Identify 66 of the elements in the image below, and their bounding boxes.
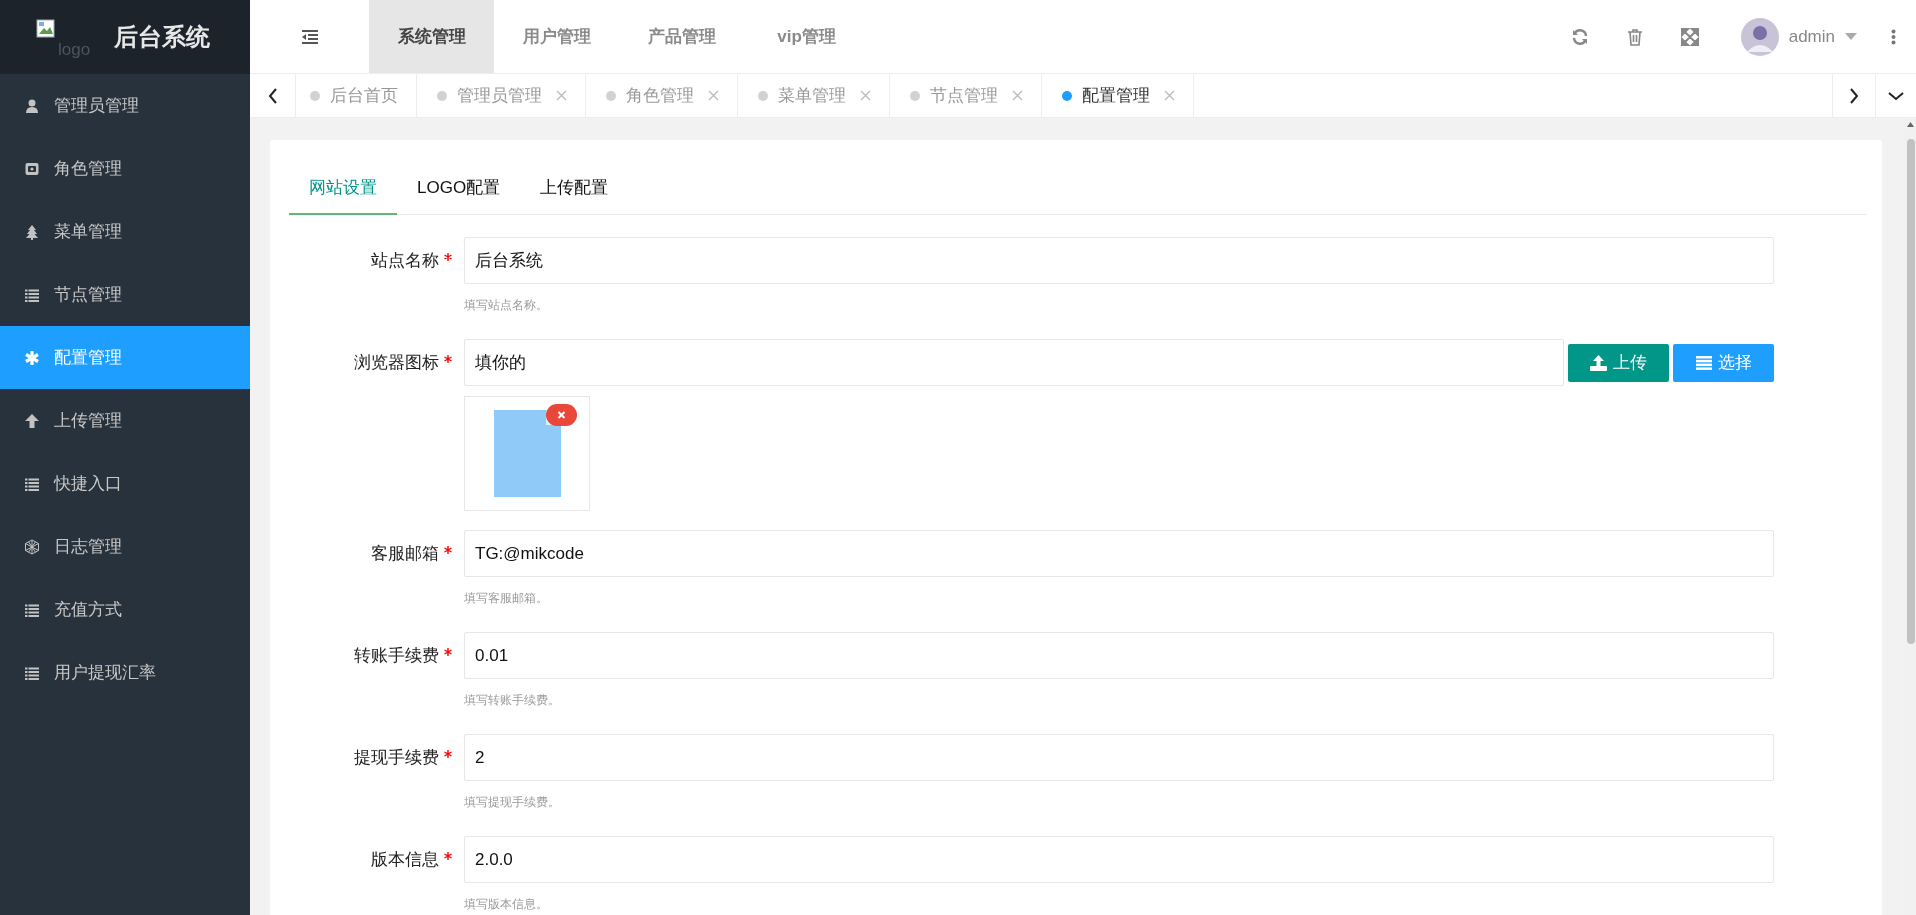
scroll-up-icon[interactable] bbox=[1907, 122, 1914, 127]
chevron-down-icon bbox=[1888, 90, 1904, 101]
field-hint: 填写版本信息。 bbox=[464, 897, 548, 911]
field-label: 版本信息 bbox=[371, 848, 439, 871]
sidebar-item[interactable]: 菜单管理 bbox=[0, 200, 250, 263]
broken-image-icon bbox=[36, 19, 56, 39]
sidebar-item[interactable]: 充值方式 bbox=[0, 578, 250, 641]
settings-tab[interactable]: LOGO配置 bbox=[397, 162, 521, 215]
list-icon bbox=[1695, 355, 1712, 370]
input-field[interactable]: TG:@mikcode bbox=[464, 530, 1774, 577]
status-dot-icon bbox=[1062, 90, 1072, 101]
close-icon[interactable] bbox=[1164, 90, 1175, 101]
chevron-right-icon bbox=[1849, 87, 1859, 104]
field-label: 浏览器图标 bbox=[354, 351, 439, 374]
close-icon[interactable] bbox=[1012, 90, 1023, 101]
sidebar-item[interactable]: 管理员管理 bbox=[0, 74, 250, 137]
fullscreen-icon[interactable] bbox=[1680, 27, 1699, 46]
settings-tab[interactable]: 上传配置 bbox=[520, 162, 629, 215]
input-field[interactable]: 后台系统 bbox=[464, 237, 1774, 284]
upload-button[interactable]: 上传 bbox=[1568, 343, 1669, 382]
field-label: 转账手续费 bbox=[354, 644, 439, 667]
status-dot-icon bbox=[758, 90, 768, 101]
field-label: 站点名称 bbox=[371, 249, 439, 272]
input-field[interactable]: 2 bbox=[464, 734, 1774, 781]
app-title: 后台系统 bbox=[114, 22, 210, 52]
sidebar-item[interactable]: 日志管理 bbox=[0, 515, 250, 578]
hexagon-globe-icon bbox=[24, 538, 40, 555]
refresh-icon[interactable] bbox=[1570, 27, 1589, 46]
top-menu-tab[interactable]: 系统管理 bbox=[369, 0, 494, 73]
arrow-up-icon bbox=[24, 412, 40, 429]
close-icon[interactable] bbox=[708, 90, 719, 101]
input-field[interactable]: 2.0.0 bbox=[464, 836, 1774, 883]
sidebar-item[interactable]: 节点管理 bbox=[0, 263, 250, 326]
close-icon[interactable] bbox=[860, 90, 871, 101]
page-tab[interactable]: 配置管理 bbox=[1042, 74, 1194, 117]
trash-icon[interactable] bbox=[1626, 27, 1643, 46]
caret-down-icon[interactable] bbox=[1845, 32, 1857, 41]
user-icon bbox=[24, 97, 40, 114]
field-hint: 填写客服邮箱。 bbox=[464, 591, 548, 605]
sidebar-item[interactable]: 角色管理 bbox=[0, 137, 250, 200]
field-hint: 填写提现手续费。 bbox=[464, 795, 560, 809]
field-label: 客服邮箱 bbox=[371, 542, 439, 565]
field-label: 提现手续费 bbox=[354, 746, 439, 769]
file-icon bbox=[494, 410, 561, 497]
close-icon[interactable] bbox=[556, 90, 567, 101]
user-name[interactable]: admin bbox=[1788, 23, 1835, 50]
upload-icon bbox=[1590, 354, 1607, 371]
sidebar-item[interactable]: 上传管理 bbox=[0, 389, 250, 452]
sidebar-item[interactable]: 用户提现汇率 bbox=[0, 641, 250, 704]
input-field[interactable]: 0.01 bbox=[464, 632, 1774, 679]
status-dot-icon bbox=[437, 90, 447, 101]
remove-icon[interactable] bbox=[546, 404, 577, 426]
field-hint: 填写转账手续费。 bbox=[464, 693, 560, 707]
status-dot-icon bbox=[910, 90, 920, 101]
sidebar-item[interactable]: 快捷入口 bbox=[0, 452, 250, 515]
tree-icon bbox=[24, 223, 40, 240]
asterisk-icon bbox=[24, 349, 40, 366]
id-card-icon bbox=[24, 160, 40, 177]
settings-tab[interactable]: 网站设置 bbox=[289, 162, 397, 215]
input-field[interactable]: 填你的 bbox=[464, 339, 1564, 386]
status-dot-icon bbox=[310, 90, 320, 101]
chevron-left-icon bbox=[267, 87, 278, 104]
more-icon[interactable] bbox=[1891, 28, 1896, 45]
user-avatar[interactable] bbox=[1740, 17, 1779, 56]
status-dot-icon bbox=[606, 90, 616, 101]
field-hint: 填写站点名称。 bbox=[464, 298, 548, 312]
